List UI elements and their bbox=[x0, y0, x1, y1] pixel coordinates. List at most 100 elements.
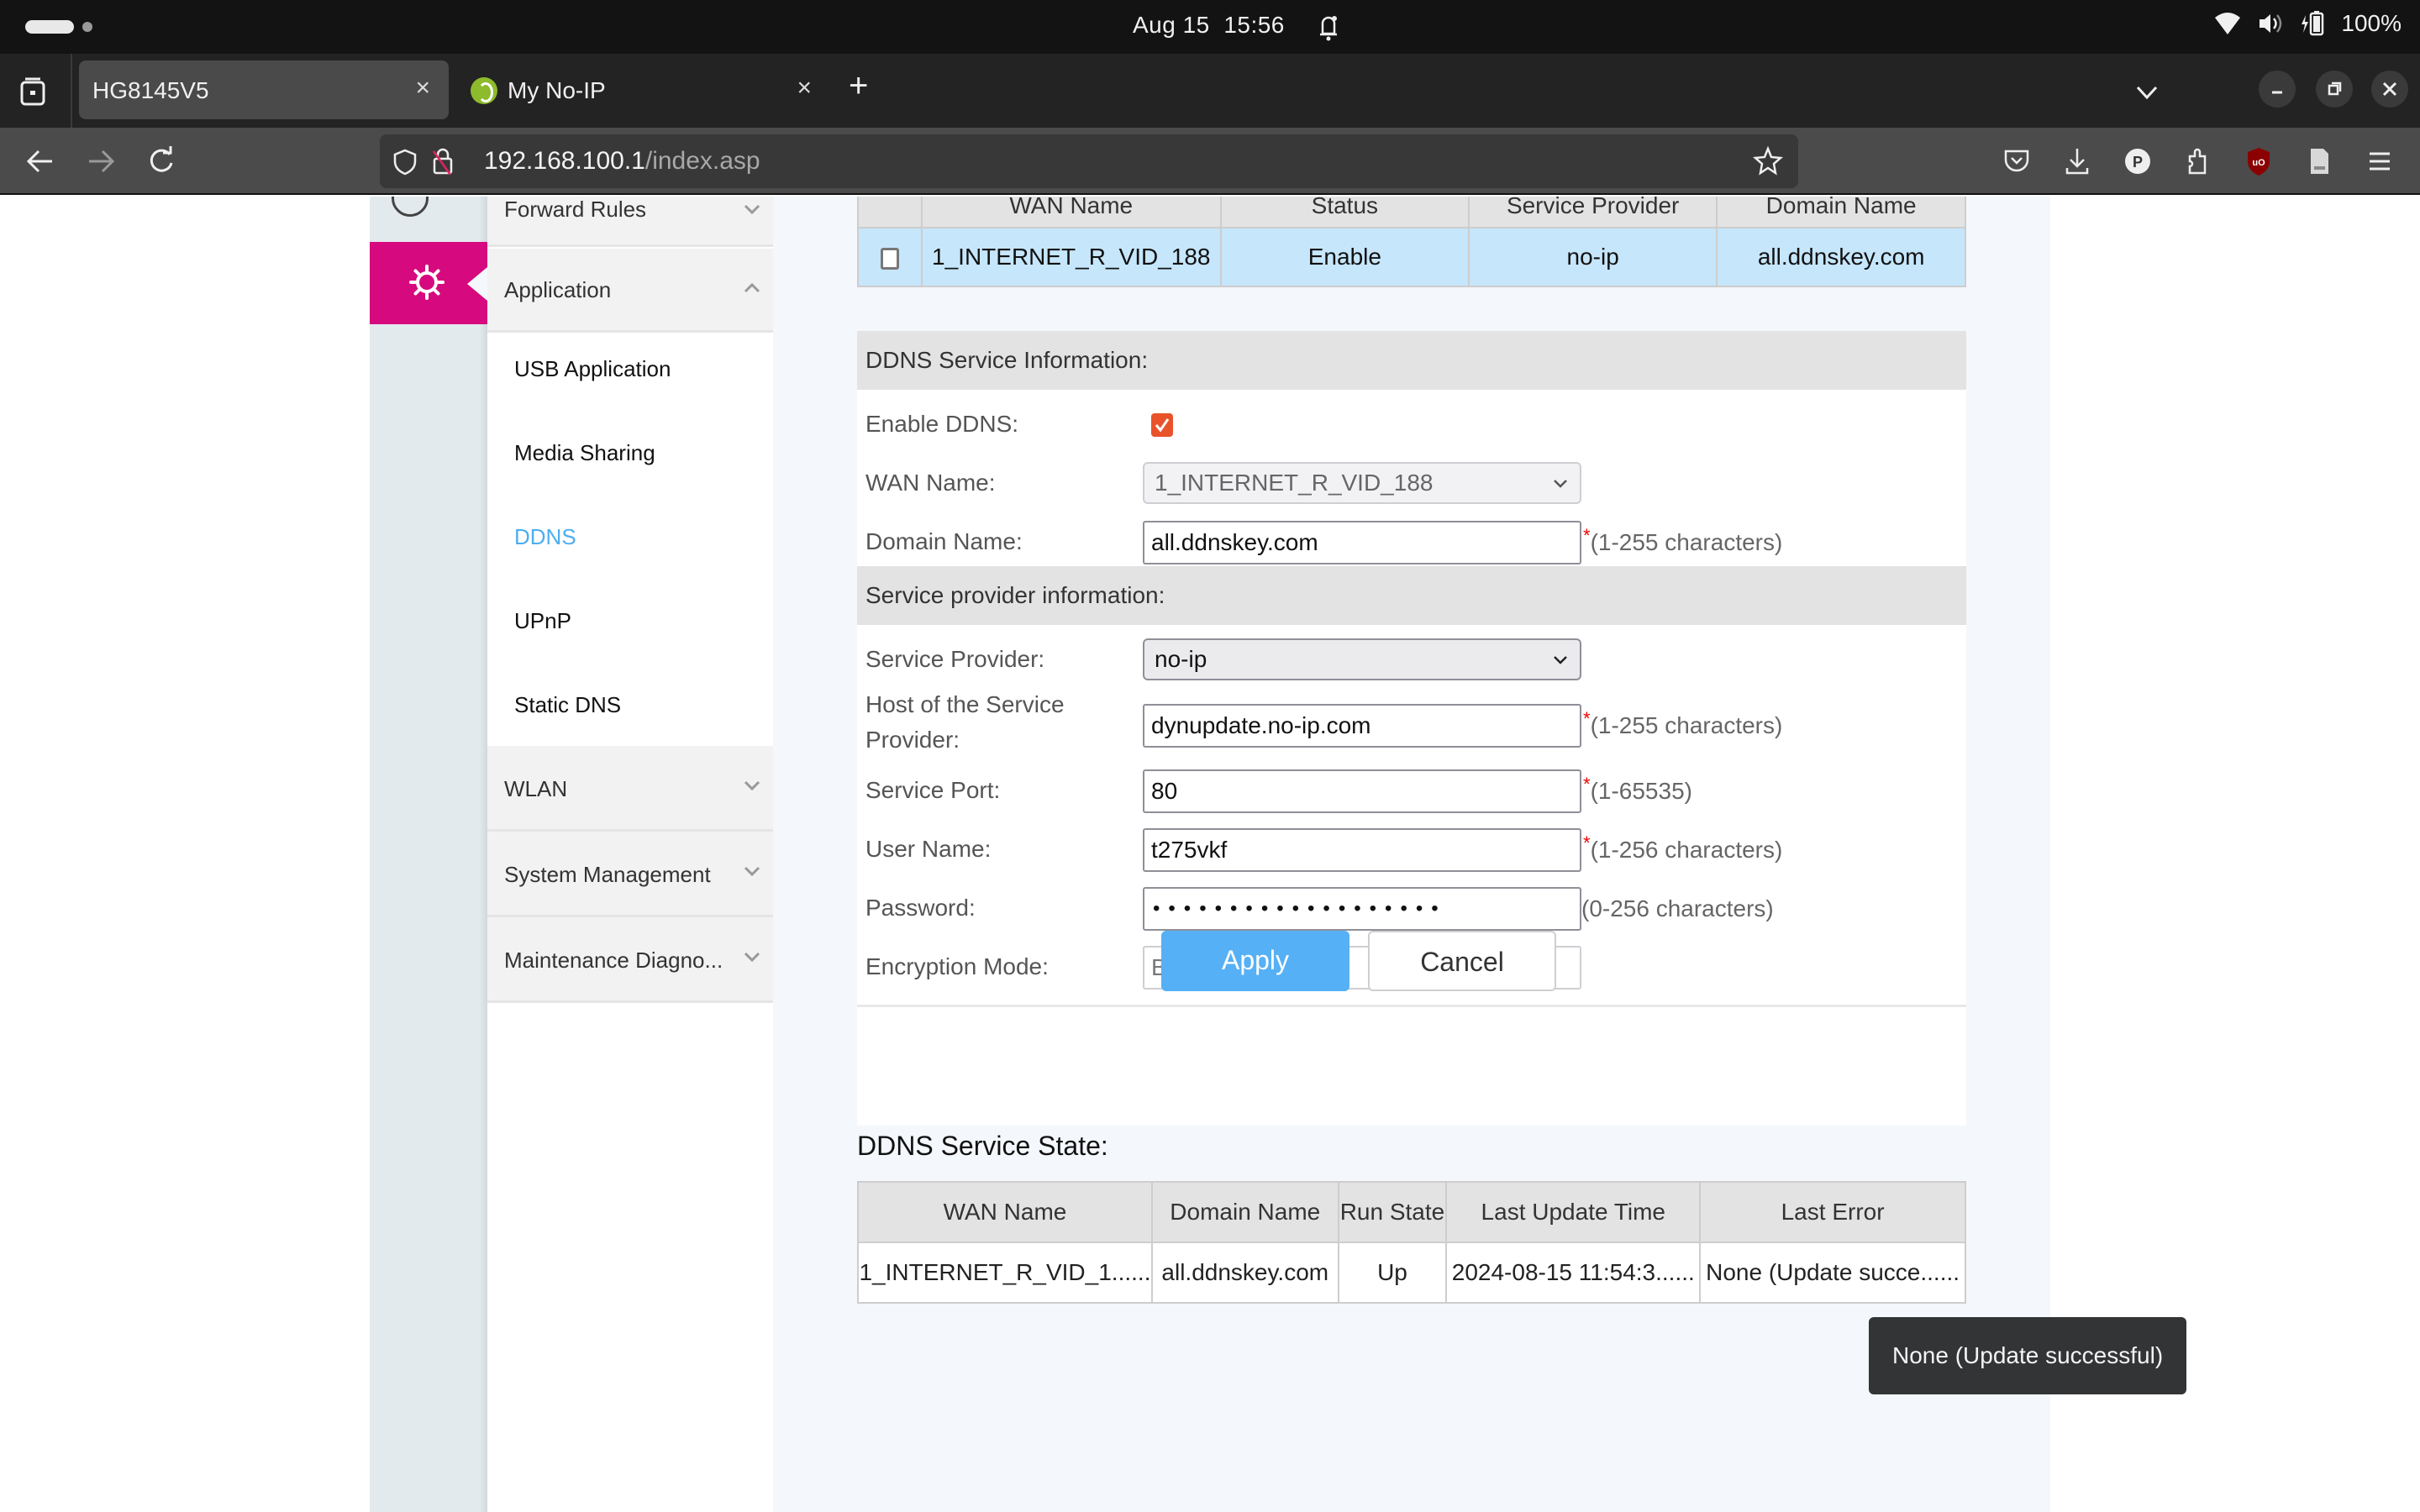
table-row[interactable]: 1_INTERNET_R_VID_188 Enable no-ip all.dd… bbox=[857, 227, 1966, 287]
cell-run-state: Up bbox=[1337, 1242, 1448, 1304]
user-name-hint: *(1-256 characters) bbox=[1583, 828, 1782, 872]
apply-button[interactable]: Apply bbox=[1161, 931, 1349, 991]
minimize-icon bbox=[2272, 91, 2282, 94]
clock-time: 15:56 bbox=[1223, 12, 1285, 38]
sidebar-group-system-management[interactable]: System Management bbox=[487, 832, 773, 917]
pocket-icon[interactable] bbox=[2000, 144, 2033, 178]
chevron-up-icon bbox=[744, 282, 760, 293]
os-top-bar: Aug 15 15:56 100% bbox=[0, 0, 2420, 54]
url-text[interactable]: 192.168.100.1/index.asp bbox=[484, 147, 760, 176]
extensions-puzzle-icon[interactable] bbox=[2181, 144, 2215, 178]
list-all-tabs-chevron-icon[interactable] bbox=[2134, 84, 2160, 101]
active-notch bbox=[467, 267, 487, 301]
column-header-service-provider: Service Provider bbox=[1467, 197, 1718, 228]
reader-document-icon[interactable] bbox=[2302, 144, 2336, 178]
domain-name-input[interactable]: all.ddnskey.com bbox=[1143, 521, 1581, 564]
tab-close-icon[interactable]: × bbox=[415, 74, 430, 102]
row-checkbox[interactable] bbox=[880, 247, 899, 270]
select-column-header bbox=[857, 197, 923, 228]
host-input[interactable]: dynupdate.no-ip.com bbox=[1143, 704, 1581, 748]
sidebar-group-label: WLAN bbox=[504, 776, 568, 801]
sidebar-item-upnp[interactable]: UPnP bbox=[514, 608, 571, 634]
new-tab-button[interactable]: + bbox=[849, 67, 868, 105]
battery-charging-icon bbox=[2302, 11, 2324, 36]
sidebar-group-maintenance-diagnosis[interactable]: Maintenance Diagno... bbox=[487, 917, 773, 1003]
user-name-input[interactable]: t275vkf bbox=[1143, 828, 1581, 872]
sidebar-item-media-sharing[interactable]: Media Sharing bbox=[514, 440, 655, 466]
service-port-input[interactable]: 80 bbox=[1143, 769, 1581, 813]
wan-name-label: WAN Name: bbox=[865, 470, 996, 496]
sidebar-group-forward-rules[interactable]: Forward Rules bbox=[487, 197, 773, 247]
forward-arrow-icon[interactable] bbox=[82, 143, 119, 180]
bookmark-star-icon[interactable] bbox=[1753, 146, 1783, 176]
last-error-tooltip: None (Update successful) bbox=[1869, 1317, 2187, 1394]
service-provider-select[interactable]: no-ip bbox=[1143, 638, 1581, 680]
service-port-label: Service Port: bbox=[865, 777, 1001, 803]
sidebar-group-label: Maintenance Diagno... bbox=[504, 948, 723, 973]
enable-ddns-checkbox[interactable] bbox=[1151, 413, 1173, 437]
tab-title: HG8145V5 bbox=[92, 77, 209, 103]
rail-item-application[interactable] bbox=[370, 242, 487, 324]
column-header-wan-name: WAN Name bbox=[857, 1181, 1153, 1243]
no-ip-favicon-icon bbox=[471, 77, 497, 104]
ddns-state-table: WAN Name Domain Name Run State Last Upda… bbox=[857, 1181, 1966, 1304]
clock[interactable]: Aug 15 15:56 bbox=[1133, 12, 1285, 39]
tab-hg8145v5[interactable]: HG8145V5 × bbox=[79, 60, 449, 119]
hint-text: (1-255 characters) bbox=[1590, 712, 1783, 738]
downloads-icon[interactable] bbox=[2060, 144, 2094, 178]
hamburger-menu-icon[interactable] bbox=[2363, 144, 2396, 178]
sidebar-item-static-dns[interactable]: Static DNS bbox=[514, 692, 621, 718]
cell-wan-name: 1_INTERNET_R_VID_1...... bbox=[857, 1242, 1153, 1304]
password-label: Password: bbox=[865, 895, 976, 921]
password-input[interactable]: ••••••••••••••••••• bbox=[1143, 887, 1581, 931]
close-window-button[interactable] bbox=[2371, 71, 2408, 108]
insecure-lock-icon[interactable] bbox=[430, 146, 457, 176]
cell-last-error[interactable]: None (Update succe...... bbox=[1699, 1242, 1966, 1304]
clock-date: Aug 15 bbox=[1133, 12, 1210, 38]
sidebar-group-application[interactable]: Application bbox=[487, 249, 773, 333]
host-hint: *(1-255 characters) bbox=[1583, 704, 1782, 748]
system-tray[interactable]: 100% bbox=[2213, 10, 2402, 37]
ublock-origin-icon[interactable]: uO bbox=[2242, 144, 2275, 178]
service-port-hint: *(1-65535) bbox=[1583, 769, 1692, 813]
required-mark: * bbox=[1583, 774, 1591, 795]
minimize-window-button[interactable] bbox=[2259, 71, 2296, 108]
svg-text:P: P bbox=[2133, 154, 2143, 171]
tab-my-no-ip[interactable]: My No-IP × bbox=[460, 60, 830, 119]
restore-window-button[interactable] bbox=[2316, 71, 2353, 108]
ddns-wan-table: WAN Name Status Service Provider Domain … bbox=[857, 197, 1966, 287]
sidebar-item-ddns[interactable]: DDNS bbox=[514, 524, 576, 550]
hint-text: (1-65535) bbox=[1590, 778, 1692, 804]
account-p-icon[interactable]: P bbox=[2121, 144, 2154, 178]
svg-text:uO: uO bbox=[2252, 158, 2265, 168]
browser-nav-toolbar: 192.168.100.1/index.asp P uO bbox=[0, 128, 2420, 195]
address-bar[interactable]: 192.168.100.1/index.asp bbox=[380, 134, 1798, 188]
cell-status: Enable bbox=[1219, 227, 1470, 287]
tracking-protection-shield-icon[interactable] bbox=[392, 148, 418, 176]
back-arrow-icon[interactable] bbox=[22, 143, 59, 180]
browser-tab-strip: HG8145V5 × My No-IP × + bbox=[0, 54, 2420, 128]
hint-text: (1-255 characters) bbox=[1590, 529, 1783, 555]
section-header-ddns-info: DDNS Service Information: bbox=[857, 331, 1966, 390]
wan-name-select[interactable]: 1_INTERNET_R_VID_188 bbox=[1143, 462, 1581, 504]
enable-ddns-label: Enable DDNS: bbox=[865, 411, 1019, 437]
notification-bell-icon bbox=[1320, 16, 1337, 41]
form-divider bbox=[857, 1005, 1966, 1007]
close-icon bbox=[2382, 81, 2397, 97]
cell-domain: all.ddnskey.com bbox=[1716, 227, 1966, 287]
chevron-down-icon bbox=[1554, 656, 1567, 664]
table-header-row: WAN Name Domain Name Run State Last Upda… bbox=[857, 1181, 1966, 1243]
required-mark: * bbox=[1583, 525, 1591, 546]
activities-indicator[interactable] bbox=[25, 20, 74, 34]
reload-icon[interactable] bbox=[143, 143, 180, 180]
cancel-button[interactable]: Cancel bbox=[1368, 931, 1556, 991]
tab-list-icon[interactable] bbox=[15, 74, 50, 109]
sidebar-group-label: System Management bbox=[504, 862, 711, 887]
tab-close-icon[interactable]: × bbox=[797, 74, 812, 102]
sidebar-group-wlan[interactable]: WLAN bbox=[487, 746, 773, 832]
column-header-domain-name: Domain Name bbox=[1150, 1181, 1339, 1243]
volume-icon bbox=[2260, 14, 2282, 33]
sidebar-group-label: Forward Rules bbox=[504, 197, 647, 222]
restore-icon bbox=[2328, 81, 2342, 96]
sidebar-item-usb-application[interactable]: USB Application bbox=[514, 356, 671, 382]
